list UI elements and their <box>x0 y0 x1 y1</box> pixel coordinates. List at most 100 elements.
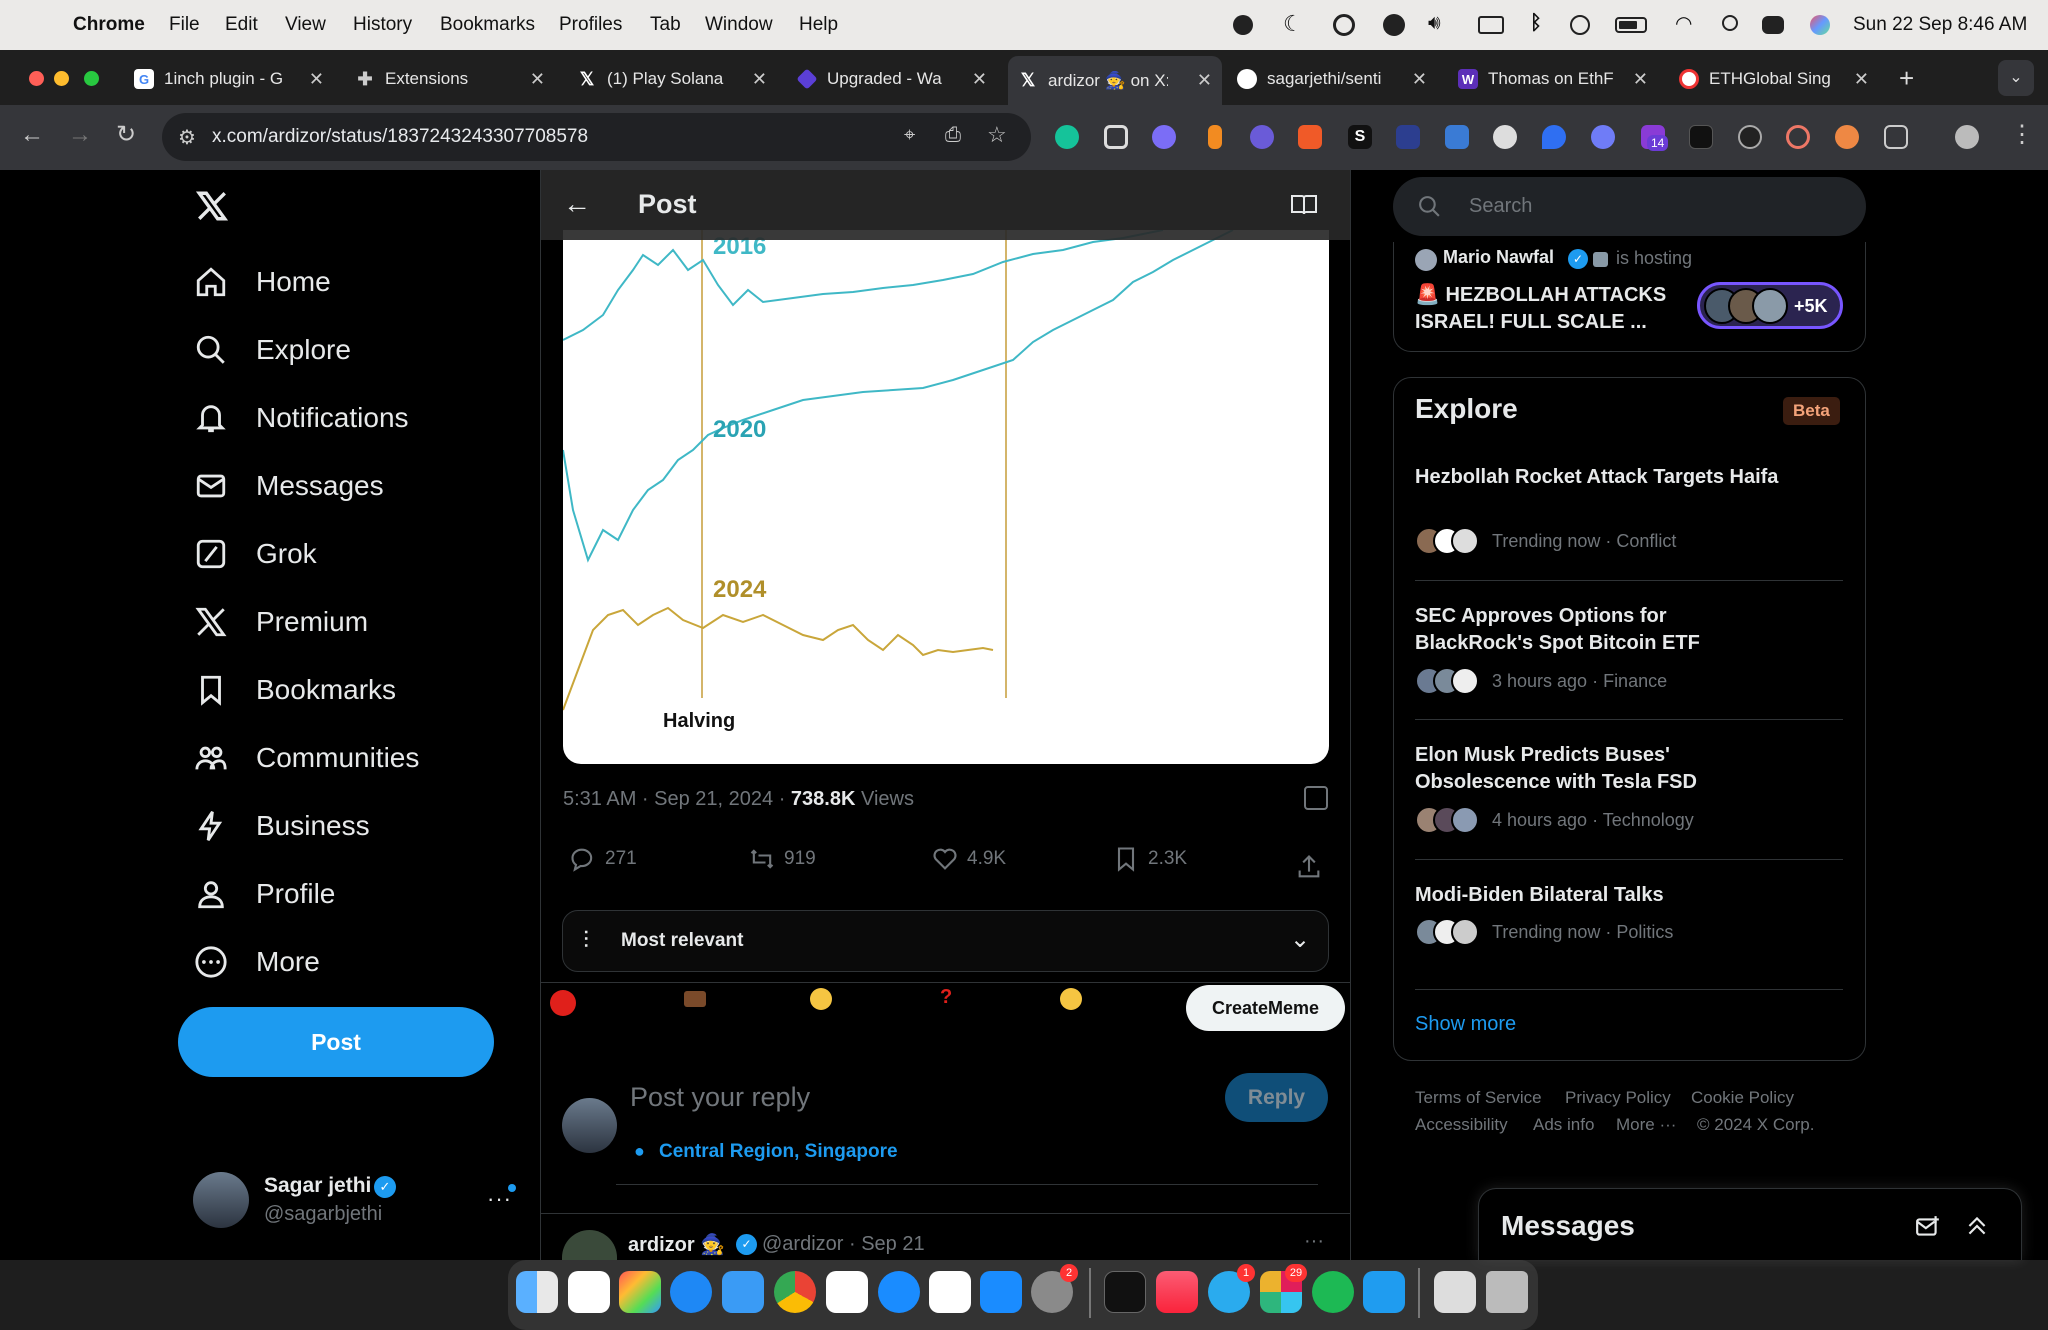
account-name[interactable]: Sagar jethi <box>264 1174 371 1198</box>
tab-ardizor-active[interactable]: 𝕏ardizor 🧙 on X: ✕ <box>1008 56 1222 105</box>
safari-icon[interactable] <box>670 1271 712 1313</box>
reply-location[interactable]: Central Region, Singapore <box>659 1141 898 1163</box>
menu-history[interactable]: History <box>353 14 412 36</box>
nav-business[interactable]: Business <box>194 804 370 848</box>
briefcase-icon[interactable] <box>684 991 706 1007</box>
smile-icon[interactable] <box>810 988 832 1010</box>
app-store-icon[interactable] <box>980 1271 1022 1313</box>
footer-more-link[interactable]: More ··· <box>1616 1115 1676 1135</box>
nav-more[interactable]: More <box>194 940 320 984</box>
display-icon[interactable] <box>1478 16 1504 34</box>
grammarly-icon[interactable] <box>1055 125 1079 149</box>
share-icon[interactable] <box>1295 853 1323 881</box>
menu-file[interactable]: File <box>169 14 200 36</box>
drop-icon[interactable] <box>1542 125 1566 149</box>
slash-icon[interactable] <box>1738 125 1762 149</box>
flag-icon[interactable] <box>1445 125 1469 149</box>
trend-title[interactable]: SEC Approves Options for BlackRock's Spo… <box>1415 603 1785 657</box>
trend-title[interactable]: Elon Musk Predicts Buses' Obsolescence w… <box>1415 742 1785 796</box>
menu-tab[interactable]: Tab <box>650 14 681 36</box>
control-center-icon[interactable] <box>1762 16 1784 34</box>
chrome-menu-icon[interactable]: ⋮ <box>2010 120 2034 149</box>
bookmark-action[interactable]: 2.3K <box>1112 845 1187 873</box>
trend-title[interactable]: Hezbollah Rocket Attack Targets Haifa <box>1415 464 1785 491</box>
nav-notifications[interactable]: Notifications <box>194 396 409 440</box>
red-circle-icon[interactable] <box>550 990 576 1016</box>
chevrons-up-icon[interactable] <box>1964 1213 1990 1239</box>
close-window-button[interactable] <box>29 71 44 86</box>
nav-premium[interactable]: Premium <box>194 600 368 644</box>
spotify-icon[interactable] <box>1312 1271 1354 1313</box>
close-icon[interactable]: ✕ <box>1633 69 1648 90</box>
s-ext-icon[interactable]: S <box>1348 125 1372 149</box>
url-text[interactable]: x.com/ardizor/status/1837243243307708578 <box>212 126 588 148</box>
tab-1inch[interactable]: G 1inch plugin - G ✕ <box>134 62 324 96</box>
flame-icon[interactable] <box>1208 125 1222 149</box>
x-logo-icon[interactable] <box>195 189 229 223</box>
footer-cookie-link[interactable]: Cookie Policy <box>1691 1088 1794 1108</box>
launchpad-icon[interactable] <box>619 1271 661 1313</box>
hotspot-icon[interactable] <box>1333 14 1355 36</box>
menu-window[interactable]: Window <box>705 14 773 36</box>
address-bar[interactable]: ⚙ x.com/ardizor/status/18372432433077085… <box>162 113 1031 161</box>
nav-communities[interactable]: Communities <box>194 736 419 780</box>
menu-edit[interactable]: Edit <box>225 14 258 36</box>
post-button[interactable]: Post <box>178 1007 494 1077</box>
nav-messages[interactable]: Messages <box>194 464 384 508</box>
menu-app-name[interactable]: Chrome <box>73 14 145 36</box>
space-host-name[interactable]: Mario Nawfal <box>1443 247 1554 268</box>
tab-search-icon[interactable]: ⌄ <box>1998 60 2034 96</box>
tab-extensions[interactable]: ✚ Extensions ✕ <box>355 62 545 96</box>
repost-action[interactable]: 919 <box>748 845 816 873</box>
close-icon[interactable]: ✕ <box>1854 69 1869 90</box>
site-settings-icon[interactable]: ⚙ <box>178 125 196 150</box>
nav-grok[interactable]: Grok <box>194 532 317 576</box>
trend-title[interactable]: Modi-Biden Bilateral Talks <box>1415 882 1785 909</box>
messages-drawer[interactable]: Messages <box>1478 1188 2022 1260</box>
menu-profiles[interactable]: Profiles <box>559 14 622 36</box>
install-app-icon[interactable]: ⎙ <box>945 124 961 147</box>
question-icon[interactable]: ? <box>940 986 952 1009</box>
search-box-overlay[interactable]: Search <box>1393 177 1866 236</box>
nav-home[interactable]: Home <box>194 260 331 304</box>
record-icon[interactable] <box>1233 15 1253 35</box>
tab-github-senti[interactable]: sagarjethi/senti ✕ <box>1237 62 1427 96</box>
new-message-icon[interactable] <box>1914 1214 1942 1240</box>
downloads-stack-icon[interactable] <box>1434 1271 1476 1313</box>
chrome-icon[interactable] <box>774 1271 816 1313</box>
siri-icon[interactable] <box>1810 15 1830 35</box>
checkmark-shield-icon[interactable] <box>1383 14 1405 36</box>
toggle-ext-icon[interactable] <box>1835 125 1859 149</box>
close-icon[interactable]: ✕ <box>1197 70 1212 91</box>
battery-icon[interactable] <box>1615 17 1647 33</box>
create-meme-button[interactable]: CreateMeme <box>1186 985 1345 1031</box>
tab-play-solana[interactable]: 𝕏 (1) Play Solana ✕ <box>577 62 767 96</box>
tab-thomas[interactable]: W Thomas on EthF ✕ <box>1458 62 1648 96</box>
footer-privacy-link[interactable]: Privacy Policy <box>1565 1088 1671 1108</box>
vscode-icon[interactable] <box>1363 1271 1405 1313</box>
bluetooth-icon[interactable]: ᛒ <box>1530 12 1542 35</box>
back-icon[interactable]: ← <box>20 121 44 149</box>
circle-ext-icon[interactable] <box>1786 125 1810 149</box>
footer-terms-link[interactable]: Terms of Service <box>1415 1088 1542 1108</box>
finder-icon[interactable] <box>516 1271 558 1313</box>
reply-action[interactable]: 271 <box>569 845 637 873</box>
post-image[interactable]: 2016 2020 2024 Halving <box>563 230 1329 764</box>
footer-accessibility-link[interactable]: Accessibility <box>1415 1115 1508 1135</box>
analytics-icon[interactable] <box>1304 786 1328 810</box>
laughing-icon[interactable] <box>1060 988 1082 1010</box>
like-action[interactable]: 4.9K <box>931 845 1006 873</box>
skype-icon[interactable] <box>878 1271 920 1313</box>
reply-more-icon[interactable]: ··· <box>1304 1230 1324 1253</box>
reader-mode-icon[interactable] <box>1290 193 1318 217</box>
io-icon[interactable] <box>1689 125 1713 149</box>
cloud-icon[interactable] <box>1152 125 1176 149</box>
close-icon[interactable]: ✕ <box>530 69 545 90</box>
extensions-puzzle-icon[interactable] <box>1884 125 1908 149</box>
close-icon[interactable]: ✕ <box>309 69 324 90</box>
bookmark-star-icon[interactable]: ☆ <box>987 122 1007 148</box>
nav-explore[interactable]: Explore <box>194 328 351 372</box>
reply-sort-dropdown[interactable]: ⫶ Most relevant ⌄ <box>562 910 1329 972</box>
close-icon[interactable]: ✕ <box>1412 69 1427 90</box>
freeform-icon[interactable] <box>568 1271 610 1313</box>
